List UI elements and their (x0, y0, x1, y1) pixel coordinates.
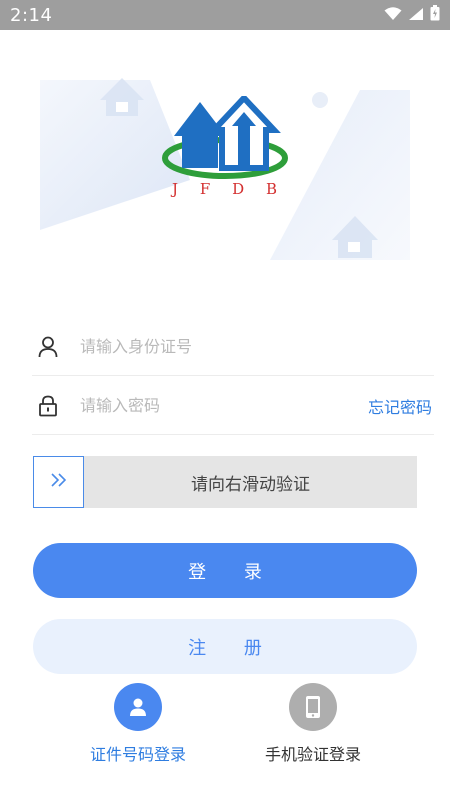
status-time: 2:14 (10, 4, 53, 26)
id-login-method[interactable]: 证件号码登录 (68, 683, 208, 765)
status-icons (384, 5, 440, 25)
password-row: 忘记密码 (32, 377, 434, 435)
id-login-label: 证件号码登录 (89, 745, 186, 764)
logo-letter: F (199, 180, 212, 198)
signal-icon (408, 6, 424, 25)
phone-login-method[interactable]: 手机验证登录 (243, 683, 383, 765)
register-button[interactable]: 注 册 (33, 619, 417, 674)
logo-letter: B (265, 180, 278, 198)
forgot-password-link[interactable]: 忘记密码 (368, 394, 432, 418)
password-input[interactable] (80, 396, 368, 415)
battery-icon (430, 5, 440, 25)
slider-handle[interactable] (33, 456, 84, 508)
person-icon (32, 336, 64, 358)
id-number-row (32, 318, 434, 376)
phone-icon (289, 683, 337, 731)
login-button[interactable]: 登 录 (33, 543, 417, 598)
slider-text: 请向右滑动验证 (191, 474, 310, 495)
slide-verify[interactable]: 请向右滑动验证 (33, 456, 417, 508)
logo-letter: J (172, 180, 180, 198)
lock-icon (32, 395, 64, 417)
phone-login-label: 手机验证登录 (264, 745, 361, 764)
logo-letters: J F D B (160, 180, 290, 198)
login-form: 忘记密码 (16, 318, 434, 438)
login-screen: 2:14 J F D B 请输入身份证号 忘记密码 请向右滑动验证 登 录 注 … (0, 0, 450, 800)
hero-banner: J F D B (0, 30, 450, 330)
status-bar: 2:14 (0, 0, 450, 30)
id-number-input[interactable] (80, 337, 434, 356)
person-icon (114, 683, 162, 731)
logo-letter: D (232, 180, 246, 198)
wifi-icon (384, 6, 402, 25)
double-chevron-right-icon (49, 472, 69, 492)
